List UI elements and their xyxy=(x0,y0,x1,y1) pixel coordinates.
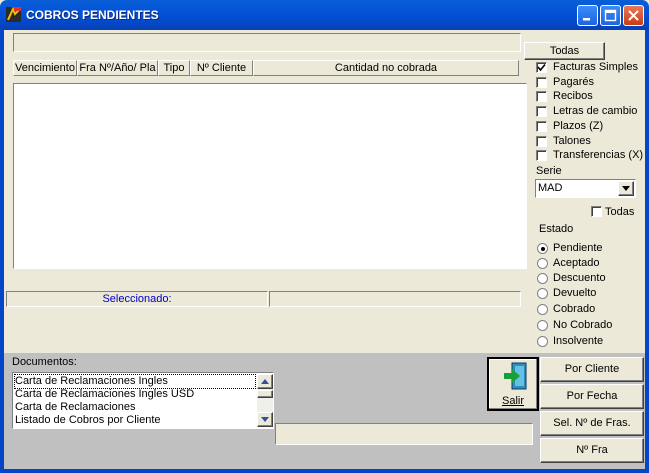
chevron-up-icon xyxy=(261,379,269,384)
column-header-cliente[interactable]: Nº Cliente xyxy=(190,60,253,76)
por-cliente-button[interactable]: Por Cliente xyxy=(540,357,644,382)
salir-button[interactable]: Salir xyxy=(487,357,539,411)
estado-label-item: Pendiente xyxy=(553,242,603,254)
estado-label-item: Devuelto xyxy=(553,287,597,299)
selected-label: Seleccionado: xyxy=(6,291,268,307)
scroll-thumb[interactable] xyxy=(257,390,273,398)
document-item[interactable]: Carta de Reclamaciones xyxy=(15,401,135,414)
minimize-button[interactable] xyxy=(577,5,598,26)
estado-radio[interactable] xyxy=(537,320,548,331)
type-label: Talones xyxy=(553,134,591,147)
column-header-cantidad[interactable]: Cantidad no cobrada xyxy=(253,60,519,76)
estado-radio[interactable] xyxy=(537,336,548,347)
serie-value: MAD xyxy=(538,182,563,194)
serie-select[interactable]: MAD xyxy=(535,179,636,198)
type-checkbox[interactable] xyxy=(536,62,547,73)
type-label: Letras de cambio xyxy=(553,105,638,118)
exit-door-icon xyxy=(504,362,527,390)
n-fra-button[interactable]: Nº Fra xyxy=(540,438,644,463)
close-icon xyxy=(628,10,639,21)
documents-list[interactable]: Carta de Reclamaciones Ingles Carta de Re… xyxy=(12,372,274,429)
estado-label: Estado xyxy=(539,223,574,235)
minimize-icon xyxy=(583,18,590,21)
top-status-bar xyxy=(13,33,521,52)
estado-radio[interactable] xyxy=(537,288,548,299)
document-item[interactable]: Carta de Reclamaciones Ingles USD xyxy=(15,388,194,401)
estado-radio[interactable] xyxy=(537,258,548,269)
checkmark-icon xyxy=(537,63,546,72)
document-status-field xyxy=(275,423,533,445)
app-icon xyxy=(5,6,22,23)
type-label: Pagarés xyxy=(553,75,594,88)
receivables-grid[interactable] xyxy=(13,83,527,269)
column-header-vencimiento[interactable]: Vencimiento xyxy=(13,60,77,76)
todas-series-checkbox[interactable] xyxy=(591,206,602,217)
estado-label-item: No Cobrado xyxy=(553,319,613,331)
type-label: Transferencias (X) xyxy=(553,149,644,162)
type-checkbox[interactable] xyxy=(536,106,547,118)
close-button[interactable] xyxy=(623,5,644,26)
chevron-down-icon xyxy=(261,417,269,422)
document-item[interactable]: Carta de Reclamaciones Ingles xyxy=(14,374,256,389)
estado-label-item: Aceptado xyxy=(553,257,600,269)
type-checkbox[interactable] xyxy=(536,135,547,147)
type-label: Plazos (Z) xyxy=(553,119,604,132)
scroll-up-button[interactable] xyxy=(257,374,273,389)
chevron-down-icon xyxy=(622,186,630,191)
todas-series-label: Todas xyxy=(605,206,635,218)
estado-radio[interactable] xyxy=(537,304,548,315)
sel-fras-button[interactable]: Sel. Nº de Fras. xyxy=(540,411,644,436)
type-label: Facturas Simples xyxy=(553,61,638,73)
documents-label: Documentos: xyxy=(12,356,77,368)
type-label: Recibos xyxy=(553,90,593,103)
maximize-icon xyxy=(604,9,617,22)
column-header-fra[interactable]: Fra Nº/Año/ Pla xyxy=(77,60,158,76)
documents-scrollbar[interactable] xyxy=(257,374,273,427)
maximize-button[interactable] xyxy=(600,5,621,26)
type-checkbox[interactable] xyxy=(536,76,547,88)
serie-label: Serie xyxy=(536,165,562,177)
window-frame-right xyxy=(645,30,649,473)
selected-total-field xyxy=(269,291,521,307)
document-item[interactable]: Listado de Cobros por Cliente xyxy=(15,414,161,427)
type-checkbox[interactable] xyxy=(536,150,547,162)
window-frame-bottom xyxy=(0,469,649,473)
serie-dropdown-button[interactable] xyxy=(618,181,634,196)
estado-label-item: Insolvente xyxy=(553,335,604,347)
type-checkbox[interactable] xyxy=(536,120,547,132)
column-header-tipo[interactable]: Tipo xyxy=(158,60,190,76)
por-fecha-button[interactable]: Por Fecha xyxy=(540,384,644,409)
scroll-down-button[interactable] xyxy=(257,412,273,427)
salir-label: Salir xyxy=(501,395,524,407)
estado-radio[interactable] xyxy=(537,273,548,284)
type-checkbox[interactable] xyxy=(536,91,547,103)
estado-label-item: Cobrado xyxy=(553,303,596,315)
estado-label-item: Descuento xyxy=(553,272,606,284)
todas-types-button[interactable]: Todas xyxy=(524,42,605,60)
window-title: COBROS PENDIENTES xyxy=(26,8,159,22)
estado-radio[interactable] xyxy=(537,243,548,254)
